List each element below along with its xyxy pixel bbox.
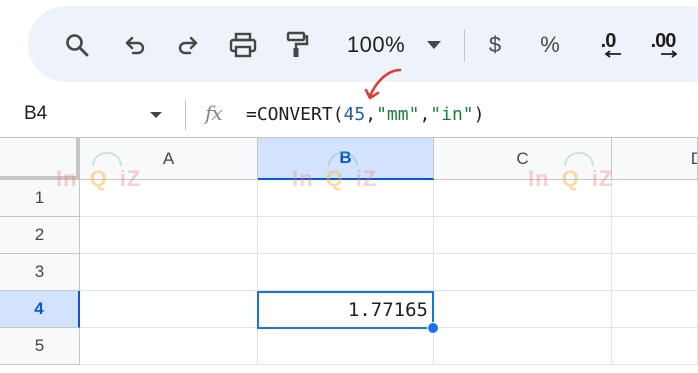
cell-b2[interactable] <box>258 217 434 254</box>
cell-d1[interactable] <box>612 180 698 217</box>
redo-icon[interactable] <box>171 28 205 62</box>
zoom-select[interactable]: 100% <box>336 28 416 62</box>
name-box[interactable]: B4 <box>24 103 47 125</box>
formula-separator: , <box>365 104 377 125</box>
currency-format-button[interactable]: $ <box>483 28 507 62</box>
percent-label: % <box>540 32 560 57</box>
undo-icon[interactable] <box>118 28 152 62</box>
search-icon[interactable] <box>60 28 94 62</box>
percent-format-button[interactable]: % <box>538 28 562 62</box>
watermark-logo: In QiZ <box>292 152 377 192</box>
paint-format-icon[interactable] <box>280 28 314 62</box>
arrow-left-icon <box>604 50 621 58</box>
formula-prefix: =CONVERT( <box>246 104 344 125</box>
cell-d3[interactable] <box>612 254 698 291</box>
formula-to-unit: "in" <box>430 104 474 125</box>
column-header-d[interactable]: D <box>612 138 698 180</box>
cell-b3[interactable] <box>258 254 434 291</box>
zoom-value: 100% <box>346 32 406 57</box>
sheet-grid: A B C D 1 2 3 4 5 1.77165 InQiZ InQiZ In… <box>0 138 698 373</box>
formula-from-unit: "mm" <box>376 104 420 125</box>
formula-number: 45 <box>343 104 366 125</box>
row-header-4[interactable]: 4 <box>0 291 80 328</box>
column-header-d-label: D <box>691 149 697 169</box>
watermark-logo: In QiZ <box>56 152 141 192</box>
row-header-2[interactable]: 2 <box>0 217 80 254</box>
cell-b5[interactable] <box>258 328 434 365</box>
formula-bar: B4 fx =CONVERT(45,"mm","in") <box>0 92 698 138</box>
increase-decimals-label: .00 <box>650 30 677 52</box>
decrease-decimals-button[interactable]: .0 <box>588 28 628 62</box>
fill-handle[interactable] <box>427 322 439 334</box>
cell-a5[interactable] <box>80 328 258 365</box>
name-box-dropdown-icon[interactable] <box>150 112 162 118</box>
cell-a4[interactable] <box>80 291 258 328</box>
annotation-arrow-icon <box>364 68 402 100</box>
arrow-right-icon <box>661 50 678 58</box>
row-header-3[interactable]: 3 <box>0 254 80 291</box>
watermark-logo: In QiZ <box>528 152 613 192</box>
increase-decimals-button[interactable]: .00 <box>640 28 686 62</box>
cell-b4[interactable]: 1.77165 <box>257 291 434 329</box>
cell-a3[interactable] <box>80 254 258 291</box>
chevron-down-icon[interactable] <box>424 28 444 62</box>
cell-c4[interactable] <box>434 291 612 328</box>
cell-a2[interactable] <box>80 217 258 254</box>
cell-d5[interactable] <box>612 328 698 365</box>
formula-separator: , <box>419 104 431 125</box>
toolbar-divider <box>464 30 465 62</box>
print-icon[interactable] <box>226 28 260 62</box>
cell-c5[interactable] <box>434 328 612 365</box>
row-header-5[interactable]: 5 <box>0 328 80 365</box>
cell-d2[interactable] <box>612 217 698 254</box>
cell-c2[interactable] <box>434 217 612 254</box>
cell-d4[interactable] <box>612 291 698 328</box>
currency-label: $ <box>488 32 502 57</box>
formula-input[interactable]: =CONVERT(45,"mm","in") <box>246 104 484 125</box>
formula-bar-divider <box>185 100 186 130</box>
fx-icon: fx <box>205 101 223 125</box>
cell-c3[interactable] <box>434 254 612 291</box>
toolbar-area: 100% $ % .0 .00 <box>0 0 698 92</box>
decrease-decimals-label: .0 <box>600 30 617 52</box>
formula-suffix: ) <box>473 104 485 125</box>
